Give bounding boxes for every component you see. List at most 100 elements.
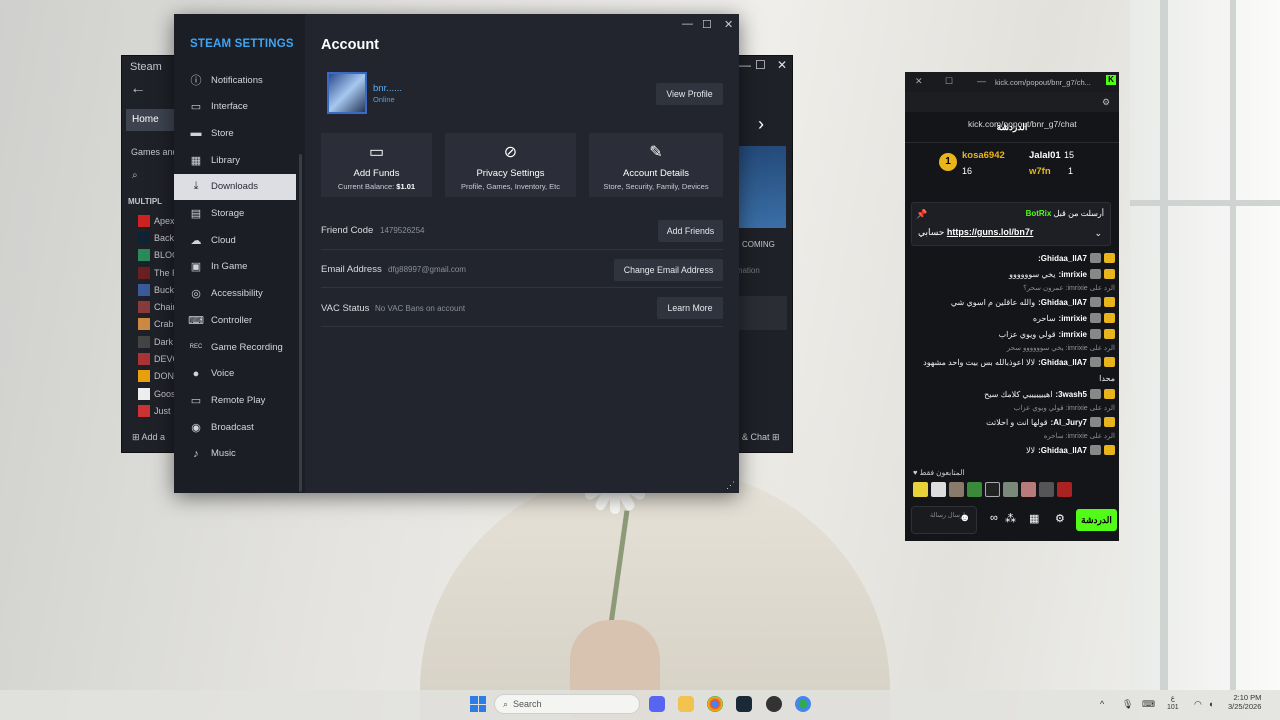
chevron-down-icon[interactable]: ⌄ [1094,228,1102,239]
add-game-button[interactable]: ⊞ Add a [132,432,165,443]
friends-chat-button[interactable]: & Chat ⊞ [742,432,780,443]
chat-username[interactable]: imrixie: [1059,314,1087,323]
sidebar-item-cloud[interactable]: ☁ Cloud [174,227,296,253]
chat-username[interactable]: Ghidaa_llA7: [1038,446,1087,455]
maximize-icon[interactable]: ☐ [945,76,953,87]
close-icon[interactable]: ✕ [724,18,733,31]
clock[interactable]: 2:10 PM 3/25/2026 [1228,693,1261,711]
sidebar-item-storage[interactable]: ▤ Storage [174,201,296,227]
chat-username[interactable]: Ghidaa_llA7: [1038,254,1087,263]
chat-username[interactable]: Ghidaa_llA7: [1038,358,1087,367]
sidebar-item-downloads[interactable]: ⤓ Downloads [174,173,296,200]
sidebar-item-store[interactable]: ▬ Store [174,120,296,146]
microphone-icon[interactable]: 🎙 [1122,699,1133,710]
chat-message[interactable]: Al_Jury7: قولها انت و احلاتت [915,414,1115,430]
chat-reply-context[interactable]: الرد على imrixie: يخي سوووووو سحر [915,342,1115,354]
avatar[interactable] [327,72,367,114]
leader-name[interactable]: Jalal01 [1029,150,1061,161]
chevron-up-icon[interactable]: ^ [1100,699,1104,709]
add-funds-card[interactable]: ▭ Add Funds Current Balance: $1.01 [321,133,432,197]
keyboard-icon[interactable]: ⌨ [1142,699,1155,710]
sidebar-scrollbar[interactable] [299,154,302,492]
chat-reply-context[interactable]: الرد على imrixie: ساحره [915,430,1115,442]
emote[interactable] [931,482,946,497]
leader-name[interactable]: kosa6942 [962,150,1005,161]
wifi-icon[interactable]: ◠ [1194,699,1202,710]
dots-icon[interactable]: ⁂ [1005,512,1016,525]
chat-username[interactable]: imrixie: [1059,330,1087,339]
sidebar-item-notifications[interactable]: ⓘ Notifications [174,67,296,93]
sidebar-item-accessibility[interactable]: ◎ Accessibility [174,281,296,307]
chat-message[interactable]: imrixie: قولي ويوي عزاب [915,326,1115,342]
infinity-icon[interactable]: ∞ [990,512,998,524]
discord-icon[interactable] [649,696,665,712]
minimize-icon[interactable]: — [682,18,693,30]
app-icon[interactable] [766,696,782,712]
emote[interactable] [949,482,964,497]
emote[interactable] [1003,482,1018,497]
windows-start-icon[interactable] [470,696,486,712]
emote[interactable] [1021,482,1036,497]
emote[interactable] [985,482,1000,497]
sidebar-item-music[interactable]: ♪ Music [174,441,296,467]
store-icon[interactable]: ▦ [1029,512,1039,525]
chat-username[interactable]: Ghidaa_llA7: [1038,298,1087,307]
sidebar-item-voice[interactable]: ● Voice [174,361,296,387]
library-search-icon[interactable]: ⌕ [132,170,138,181]
chat-reply-context[interactable]: الرد على imrixie: عمرون سحر؟ [915,282,1115,294]
chat-message[interactable]: Ghidaa_llA7: لالا اعوذبالله بس بيت واحد م… [915,354,1115,370]
sidebar-item-interface[interactable]: ▭ Interface [174,94,296,120]
emote[interactable] [1057,482,1072,497]
minimize-icon[interactable]: — [977,76,986,86]
sidebar-item-library[interactable]: ▦ Library [174,147,296,173]
sidebar-item-remote-play[interactable]: ▭ Remote Play [174,387,296,413]
privacy-settings-card[interactable]: ⊘ Privacy Settings Profile, Games, Inven… [445,133,576,197]
sidebar-item-game-recording[interactable]: REC Game Recording [174,334,296,360]
send-chat-button[interactable]: الدردشة [1076,509,1117,531]
emote[interactable] [967,482,982,497]
taskbar-search[interactable]: ⌕ Search [494,694,640,714]
back-arrow-icon[interactable]: ← [130,80,146,98]
chat-username[interactable]: imrixie: [1059,270,1087,279]
chat-message[interactable]: Ghidaa_llA7: والله عاقلين م اسوي شي [915,294,1115,310]
games-filter[interactable]: Games and [131,147,178,157]
sidebar-item-broadcast[interactable]: ◉ Broadcast [174,414,296,440]
emote[interactable] [1039,482,1054,497]
chat-message[interactable]: 3wash5: اهيييييييي كلامك سيح [915,386,1115,402]
chat-message[interactable]: Ghidaa_llA7: لالا [915,442,1115,458]
chat-username[interactable]: 3wash5: [1055,390,1087,399]
learn-more-button[interactable]: Learn More [657,297,723,319]
chevron-right-icon[interactable]: › [758,114,764,135]
maximize-icon[interactable]: ☐ [755,58,766,72]
resize-grip-icon[interactable]: ⋰ [726,480,735,491]
chat-message[interactable]: محدا [915,370,1115,386]
sidebar-item-in-game[interactable]: ▣ In Game [174,254,296,280]
chat-message[interactable]: imrixie: يخي سوووووو [915,266,1115,282]
chat-reply-context[interactable]: الرد على imrixie: قولي ويوي عزاب [915,402,1115,414]
language-indicator[interactable]: ع 101 [1167,694,1179,712]
pin-icon[interactable]: 📌 [916,209,927,220]
leader-name[interactable]: w7fn [1029,166,1051,177]
add-friends-button[interactable]: Add Friends [658,220,723,242]
pinned-message[interactable]: أرسلت من قبل BotRix 📌 حسابي https://guns… [911,202,1111,246]
site-settings-icon[interactable]: ⚙ [1102,97,1110,108]
file-explorer-icon[interactable] [678,696,694,712]
sidebar-item-controller[interactable]: ⌨ Controller [174,307,296,333]
chrome-profile-icon[interactable] [795,696,811,712]
change-email-button[interactable]: Change Email Address [614,259,723,281]
gear-icon[interactable]: ⚙ [1055,512,1065,525]
close-icon[interactable]: ✕ [777,58,787,72]
emoji-icon[interactable]: ☻ [959,512,971,524]
library-section-header[interactable]: MULTIPL [128,197,162,206]
chat-message[interactable]: Ghidaa_llA7: [915,250,1115,266]
store-banner[interactable] [739,146,786,228]
chrome-icon[interactable] [707,696,723,712]
close-icon[interactable]: ✕ [915,76,923,87]
chat-message[interactable]: imrixie: ساحره [915,310,1115,326]
library-home-button[interactable]: Home [126,109,178,131]
steam-icon[interactable] [736,696,752,712]
minimize-icon[interactable]: — [739,58,751,72]
account-details-card[interactable]: ✎ Account Details Store, Security, Famil… [589,133,723,197]
chat-username[interactable]: Al_Jury7: [1051,418,1087,427]
volume-icon[interactable]: ◖ [1208,699,1213,709]
